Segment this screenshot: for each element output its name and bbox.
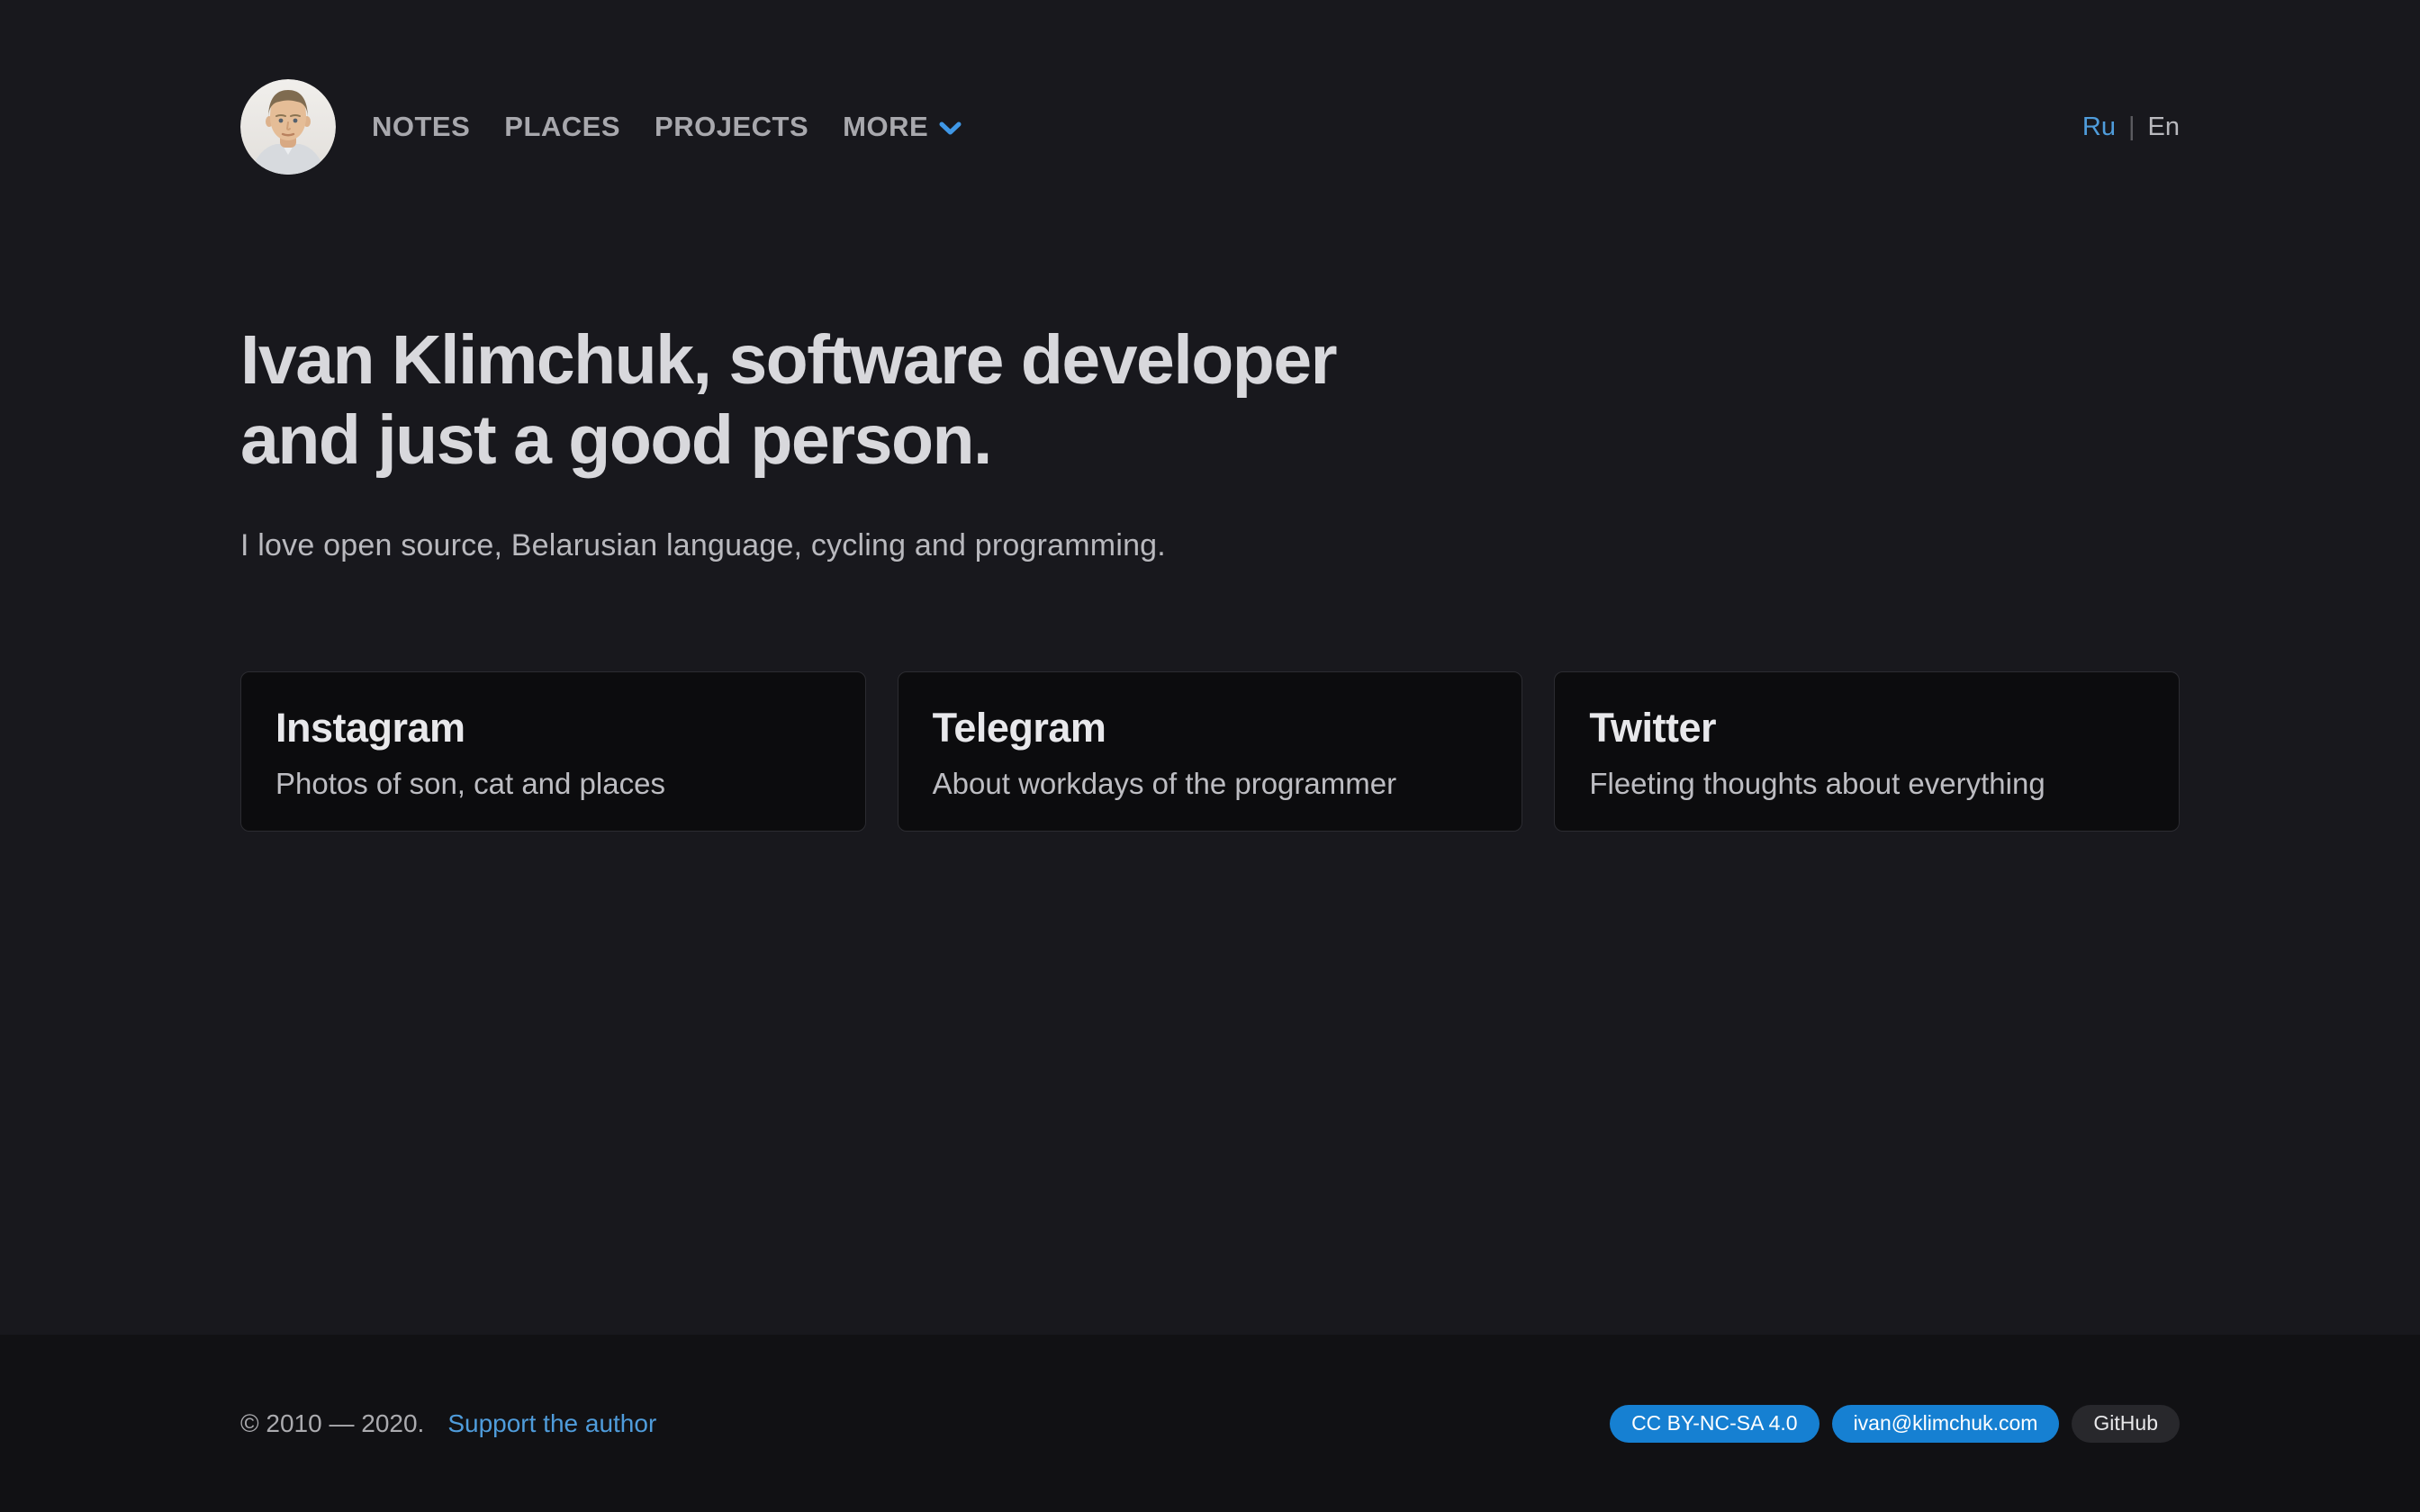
lang-ru-link[interactable]: Ru — [2082, 112, 2116, 142]
email-badge[interactable]: ivan@klimchuk.com — [1832, 1405, 2060, 1443]
page-title-line-2: and just a good person. — [240, 400, 2180, 481]
social-cards: Instagram Photos of son, cat and places … — [240, 671, 2180, 832]
chevron-down-icon — [938, 121, 962, 137]
page-title-line-1: Ivan Klimchuk, software developer — [240, 320, 2180, 400]
support-author-link[interactable]: Support the author — [447, 1409, 656, 1438]
lang-separator: | — [2128, 112, 2136, 142]
nav-item-more[interactable]: MORE — [843, 111, 962, 143]
card-twitter-description: Fleeting thoughts about everything — [1589, 767, 2145, 801]
card-twitter[interactable]: Twitter Fleeting thoughts about everythi… — [1554, 671, 2180, 832]
license-badge[interactable]: CC BY-NC-SA 4.0 — [1610, 1405, 1820, 1443]
hero-subtitle: I love open source, Belarusian language,… — [240, 528, 2180, 563]
card-telegram-description: About workdays of the programmer — [933, 767, 1488, 801]
card-instagram-description: Photos of son, cat and places — [275, 767, 831, 801]
copyright-text: © 2010 — 2020. — [240, 1409, 424, 1438]
card-instagram-title: Instagram — [275, 705, 831, 752]
nav-item-more-label: MORE — [843, 111, 928, 143]
card-twitter-title: Twitter — [1589, 705, 2145, 752]
site-footer: © 2010 — 2020. Support the author CC BY-… — [0, 1335, 2420, 1512]
page: NOTES PLACES PROJECTS MORE Ru | En Ivan … — [0, 0, 2420, 1512]
main-nav: NOTES PLACES PROJECTS MORE — [372, 111, 962, 143]
avatar-photo — [240, 79, 336, 175]
avatar[interactable] — [240, 79, 336, 175]
spacer — [0, 832, 2420, 1335]
github-badge[interactable]: GitHub — [2072, 1405, 2180, 1443]
main-content: Ivan Klimchuk, software developer and ju… — [240, 175, 2180, 832]
nav-item-notes[interactable]: NOTES — [372, 111, 470, 143]
site-header: NOTES PLACES PROJECTS MORE Ru | En — [240, 0, 2180, 175]
lang-en-link[interactable]: En — [2148, 112, 2180, 142]
page-title: Ivan Klimchuk, software developer and ju… — [240, 320, 2180, 482]
language-switcher: Ru | En — [2082, 112, 2180, 142]
card-instagram[interactable]: Instagram Photos of son, cat and places — [240, 671, 866, 832]
nav-item-projects[interactable]: PROJECTS — [655, 111, 808, 143]
footer-badges: CC BY-NC-SA 4.0 ivan@klimchuk.com GitHub — [1610, 1405, 2180, 1443]
card-telegram-title: Telegram — [933, 705, 1488, 752]
card-telegram[interactable]: Telegram About workdays of the programme… — [898, 671, 1523, 832]
nav-item-places[interactable]: PLACES — [504, 111, 620, 143]
